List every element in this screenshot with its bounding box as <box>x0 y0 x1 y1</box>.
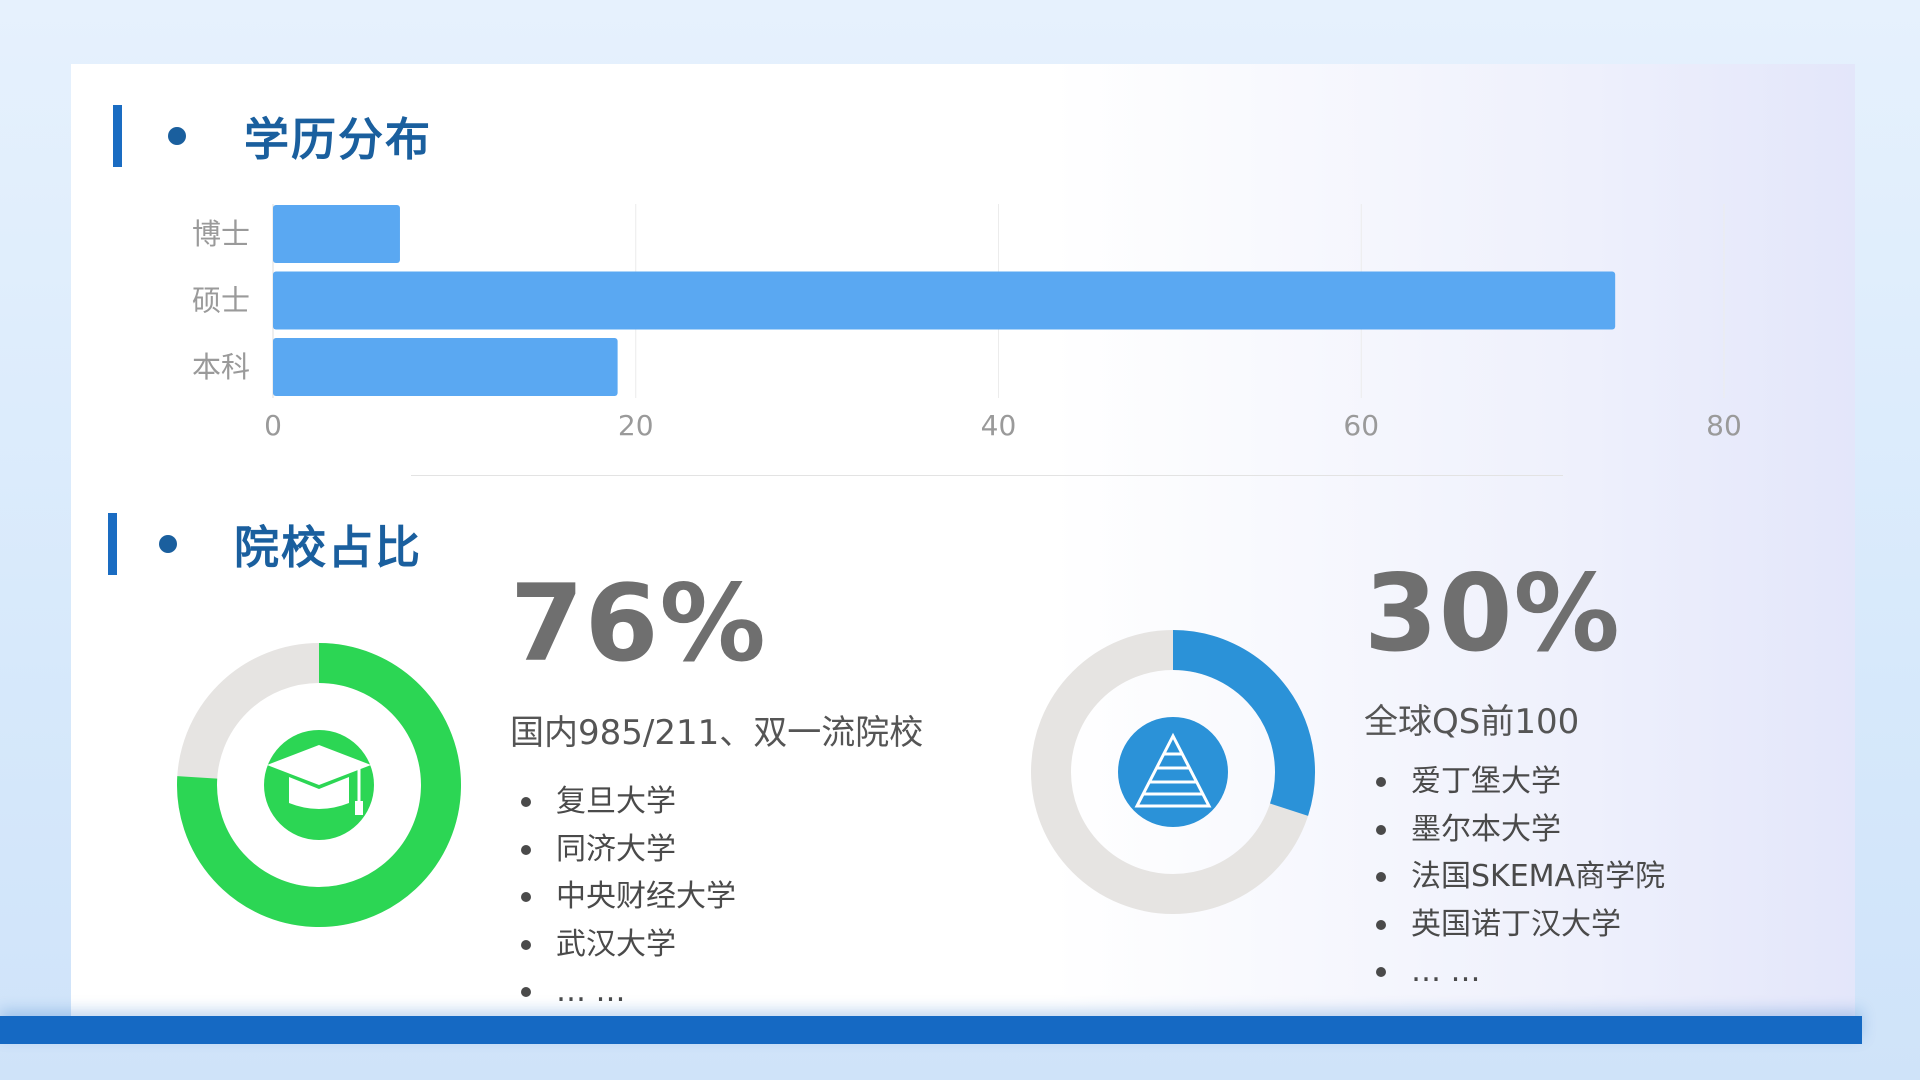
cap-tassel <box>355 801 363 815</box>
x-tick-label: 80 <box>1706 409 1742 442</box>
list-item: 英国诺丁汉大学 <box>1376 901 1665 949</box>
education-bar-chart: 0 20 40 60 80 博士硕士本科 <box>192 204 1742 442</box>
list-item: 中央财经大学 <box>521 873 736 921</box>
domestic-schools-donut <box>177 643 461 927</box>
qs-top100-donut <box>1031 630 1315 914</box>
qs-school-list: 爱丁堡大学 墨尔本大学 法国SKEMA商学院 英国诺丁汉大学 … … <box>1376 758 1665 996</box>
bar-1 <box>273 205 400 263</box>
domestic-percent: 76% <box>510 562 767 685</box>
list-item: … … <box>1376 948 1665 996</box>
qs-subtitle: 全球QS前100 <box>1364 702 1580 742</box>
y-category-label: 博士 <box>192 217 250 251</box>
domestic-school-list: 复旦大学 同济大学 中央财经大学 武汉大学 … … <box>521 778 736 1016</box>
list-item: 同济大学 <box>521 826 736 874</box>
accent-bar <box>108 512 117 575</box>
y-category-label: 硕士 <box>192 284 250 318</box>
list-item: 法国SKEMA商学院 <box>1376 853 1665 901</box>
x-tick-label: 40 <box>981 409 1017 442</box>
bullet-dot <box>159 534 177 553</box>
bar-2 <box>273 271 1616 330</box>
list-item: 复旦大学 <box>521 778 736 826</box>
list-item: 墨尔本大学 <box>1376 806 1665 854</box>
list-item: 爱丁堡大学 <box>1376 758 1665 806</box>
domestic-subtitle: 国内985/211、双一流院校 <box>510 713 924 753</box>
list-item: 武汉大学 <box>521 921 736 969</box>
bar-3 <box>273 338 618 396</box>
section-header-schools: 院校占比 <box>108 511 422 576</box>
y-category-label: 本科 <box>192 350 250 384</box>
bottom-accent-band <box>0 1016 1862 1044</box>
list-item: … … <box>521 968 736 1016</box>
section-title-schools: 院校占比 <box>234 521 423 574</box>
x-tick-label: 20 <box>618 409 654 442</box>
x-tick-label: 60 <box>1343 409 1379 442</box>
section-divider <box>411 475 1563 476</box>
qs-percent: 30% <box>1364 552 1621 675</box>
x-tick-label: 0 <box>264 409 282 442</box>
